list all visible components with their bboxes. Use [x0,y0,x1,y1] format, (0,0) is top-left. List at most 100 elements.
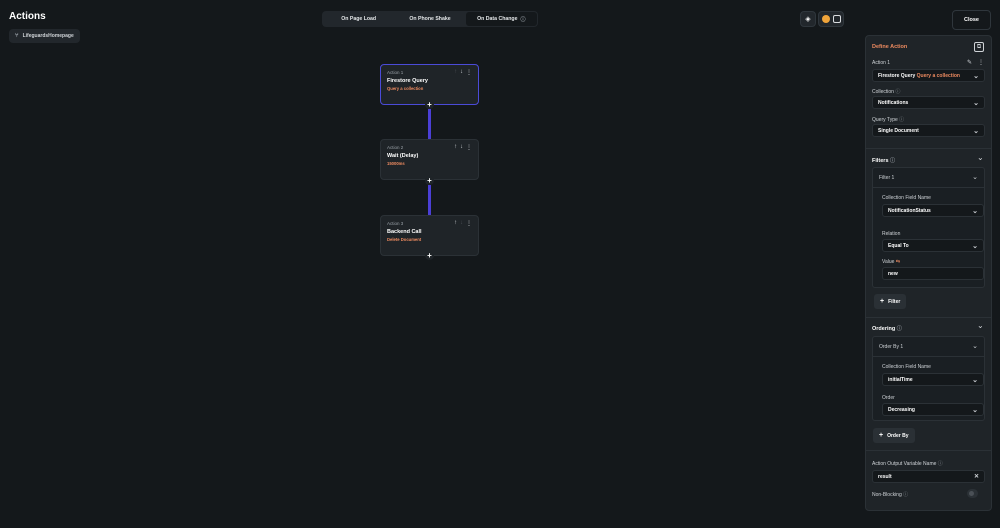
breadcrumb[interactable]: ⑂ LifeguardsHomepage [9,29,80,43]
chevron-down-icon: ⌄ [972,343,978,350]
page-title: Actions [9,11,46,22]
tab-label: On Page Load [341,16,377,22]
order-field-select[interactable]: initialTime ⌄ [882,373,984,386]
chevron-down-icon: ⌄ [972,243,978,250]
field-value: NotificationStatus [888,207,931,214]
tab-label: On Phone Shake [409,16,451,22]
move-down-icon[interactable]: ↓ [460,69,463,76]
non-blocking-toggle[interactable] [967,489,978,498]
tab-label: On Data Change [477,16,518,22]
action-subtitle: Delete Document [387,237,422,242]
tab-on-page-load[interactable]: On Page Load [323,12,394,26]
variable-icon: ⇆ [895,259,901,265]
relation-value: Equal To [888,242,909,249]
chevron-down-icon: ⌄ [973,128,979,135]
close-button[interactable]: Close [952,10,991,30]
add-action-button[interactable]: + [425,176,434,185]
plus-icon: + [879,432,884,439]
edit-icon[interactable]: ✎ [967,59,972,66]
query-type-select[interactable]: Single Document ⌄ [872,124,985,137]
output-value: result [878,473,892,480]
plus-icon: + [880,298,885,305]
move-down-icon[interactable]: ↓ [460,144,463,151]
collection-label: Collection ⓘ [872,89,901,95]
relation-select[interactable]: Equal To ⌄ [882,239,984,252]
tab-on-data-change[interactable]: On Data Change ⓘ [465,12,537,26]
clear-icon[interactable]: ✕ [974,473,979,480]
more-options-icon[interactable]: ⋮ [466,220,472,227]
divider [866,148,991,149]
order-select[interactable]: Decreasing ⌄ [882,403,984,416]
output-label: Action Output Variable Name ⓘ [872,461,943,467]
tab-on-phone-shake[interactable]: On Phone Shake [394,12,465,26]
value-text: new [888,270,898,277]
filters-title: Filters ⓘ [872,158,896,164]
relation-label: Relation [882,231,901,237]
field-value: initialTime [888,376,913,383]
filter-title: Filter 1 [879,174,895,181]
actions-editor: Actions ⑂ LifeguardsHomepage On Page Loa… [0,0,1000,528]
action-type-sub: Query a collection [916,72,960,79]
value-input[interactable]: new [882,267,984,280]
diamond-icon: ◈ [805,16,811,23]
non-blocking-label: Non-Blocking ⓘ [872,492,909,498]
gem-button[interactable]: ◈ [800,11,816,27]
agent-button[interactable] [818,11,844,27]
action-label: Action 1 [872,60,891,66]
field-label: Collection Field Name [882,195,931,201]
add-order-label: Order By [887,432,909,439]
flow-connector [428,109,431,139]
add-action-button[interactable]: + [425,100,434,109]
more-options-icon[interactable]: ⋮ [466,144,472,151]
chevron-down-icon: ⌄ [972,208,978,215]
filter-header[interactable]: Filter 1 ⌄ [873,168,984,188]
action-card-3[interactable]: Action 3 Backend Call Delete Document ↑ … [380,215,479,256]
info-icon: ⓘ [895,89,901,95]
copy-icon[interactable]: ⧉ [974,42,984,52]
info-icon: ⓘ [520,16,526,23]
query-type-label: Query Type ⓘ [872,117,905,123]
field-label: Collection Field Name [882,364,931,370]
add-order-button[interactable]: + Order By [873,428,915,443]
order-header[interactable]: Order By 1 ⌄ [873,337,984,357]
info-icon: ⓘ [903,492,909,498]
add-action-button[interactable]: + [425,251,434,260]
trigger-tabs: On Page Load On Phone Shake On Data Chan… [322,11,538,27]
info-icon: ⓘ [890,158,896,164]
chevron-down-icon[interactable]: ⌄ [977,153,984,162]
flow-connector [428,185,431,215]
add-filter-label: Filter [888,298,901,305]
define-action-panel: Define Action ⧉ Action 1 ✎ ⋮ Firestore Q… [865,35,992,511]
action-type-select[interactable]: Firestore Query Query a collection ⌄ [872,69,985,82]
collection-select[interactable]: Notifications ⌄ [872,96,985,109]
filter-card: Filter 1 ⌄ Collection Field Name Notific… [872,167,985,288]
value-label: Value ⇆ [882,259,901,265]
chevron-down-icon: ⌄ [972,174,978,181]
move-up-icon[interactable]: ↑ [454,144,457,151]
divider [866,450,991,451]
page-tree-icon: ⑂ [15,33,19,39]
chevron-down-icon: ⌄ [973,100,979,107]
chevron-down-icon[interactable]: ⌄ [977,321,984,330]
plugin-icon [832,15,841,23]
action-card-1[interactable]: Action 1 Firestore Query Query a collect… [380,64,479,105]
coin-icon [821,15,830,23]
ordering-title: Ordering ⓘ [872,326,902,332]
action-name: Firestore Query [387,78,428,84]
move-down-icon: ↓ [460,220,463,226]
collection-value: Notifications [878,99,909,106]
add-filter-button[interactable]: + Filter [874,294,907,309]
output-variable-input[interactable]: result ✕ [872,470,985,483]
divider [866,317,991,318]
order-label: Order [882,395,895,401]
more-options-icon[interactable]: ⋮ [466,69,472,76]
info-icon: ⓘ [937,461,943,467]
order-value: Decreasing [888,406,915,413]
action-name: Backend Call [387,229,422,235]
action-subtitle: 15000ms [387,161,405,166]
more-options-icon[interactable]: ⋮ [978,59,984,66]
action-card-2[interactable]: Action 2 Wait (Delay) 15000ms ↑ ↓ ⋮ [380,139,479,180]
move-up-icon[interactable]: ↑ [454,220,457,227]
filter-field-select[interactable]: NotificationStatus ⌄ [882,204,984,217]
query-type-value: Single Document [878,127,919,134]
